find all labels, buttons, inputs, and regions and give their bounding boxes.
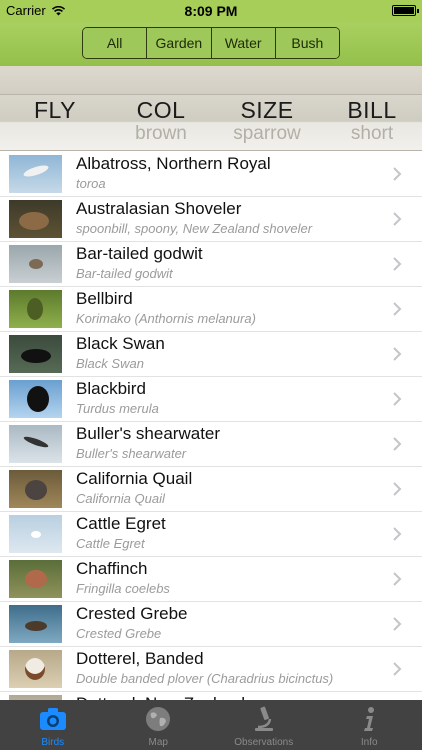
status-bar: Carrier 8:09 PM bbox=[0, 0, 422, 22]
bird-list-row[interactable]: Australasian Shoveler spoonbill, spoony, … bbox=[0, 197, 422, 242]
bird-name: Chaffinch bbox=[76, 559, 148, 578]
attribute-bill[interactable]: BILL short bbox=[317, 95, 422, 151]
bird-subtitle: Double banded plover (Charadrius bicinct… bbox=[76, 671, 334, 686]
tab-label: Map bbox=[148, 737, 168, 748]
bird-list-row[interactable]: California Quail California Quail bbox=[0, 467, 422, 512]
attribute-value: sparrow bbox=[233, 123, 301, 144]
tab-map[interactable]: Map bbox=[106, 700, 212, 750]
info-icon bbox=[364, 707, 375, 731]
bird-list-row[interactable]: Bar-tailed godwit Bar-tailed godwit bbox=[0, 242, 422, 287]
chevron-right-icon bbox=[393, 392, 402, 406]
bird-subtitle: Crested Grebe bbox=[76, 626, 162, 641]
chevron-right-icon bbox=[393, 167, 402, 181]
bird-subtitle: Korimako (Anthornis melanura) bbox=[76, 311, 256, 326]
bird-name: Black Swan bbox=[76, 334, 165, 353]
attribute-value: short bbox=[350, 123, 394, 144]
tab-observations[interactable]: Observations bbox=[211, 700, 317, 750]
bird-list-row[interactable]: Crested Grebe Crested Grebe bbox=[0, 602, 422, 647]
bird-name: Cattle Egret bbox=[76, 514, 166, 533]
bird-list-row[interactable]: Albatross, Northern Royal toroa bbox=[0, 152, 422, 197]
bird-thumbnail bbox=[9, 515, 62, 553]
bird-thumbnail bbox=[9, 200, 62, 238]
bird-subtitle: Cattle Egret bbox=[76, 536, 145, 551]
microscope-icon bbox=[254, 706, 273, 731]
attribute-size[interactable]: SIZE sparrow bbox=[212, 95, 322, 151]
bird-subtitle: toroa bbox=[76, 176, 106, 191]
bird-name: Buller's shearwater bbox=[76, 424, 221, 443]
habitat-filter-control: All Garden Water Bush bbox=[82, 27, 340, 59]
bird-subtitle: Black Swan bbox=[76, 356, 144, 371]
bird-name: Bar-tailed godwit bbox=[76, 244, 203, 263]
bird-list-row[interactable]: Chaffinch Fringilla coelebs bbox=[0, 557, 422, 602]
tab-bar: Birds Map Observations Info bbox=[0, 700, 422, 750]
filter-bush-button[interactable]: Bush bbox=[274, 28, 339, 58]
bird-list: Albatross, Northern Royal toroa Australasi… bbox=[0, 152, 422, 700]
header-band bbox=[0, 66, 422, 95]
bird-name: Australasian Shoveler bbox=[76, 199, 242, 218]
tab-label: Birds bbox=[41, 737, 65, 748]
bird-name: Blackbird bbox=[76, 379, 146, 398]
bird-thumbnail bbox=[9, 650, 62, 688]
attribute-value: brown bbox=[135, 123, 187, 144]
chevron-right-icon bbox=[393, 212, 402, 226]
chevron-right-icon bbox=[393, 257, 402, 271]
chevron-right-icon bbox=[393, 527, 402, 541]
chevron-right-icon bbox=[393, 347, 402, 361]
bird-name: Bellbird bbox=[76, 289, 133, 308]
tab-birds[interactable]: Birds bbox=[0, 700, 106, 750]
globe-icon bbox=[146, 707, 171, 731]
tab-info[interactable]: Info bbox=[317, 700, 422, 750]
bird-list-row[interactable]: Cattle Egret Cattle Egret bbox=[0, 512, 422, 557]
bird-thumbnail bbox=[9, 470, 62, 508]
chevron-right-icon bbox=[393, 302, 402, 316]
bird-thumbnail bbox=[9, 245, 62, 283]
attribute-label: FLY bbox=[34, 97, 76, 123]
filter-water-button[interactable]: Water bbox=[210, 28, 275, 58]
bird-thumbnail bbox=[9, 155, 62, 193]
bird-thumbnail bbox=[9, 335, 62, 373]
bird-subtitle: California Quail bbox=[76, 491, 165, 506]
camera-icon bbox=[39, 708, 66, 730]
bird-thumbnail bbox=[9, 425, 62, 463]
bird-thumbnail bbox=[9, 605, 62, 643]
chevron-right-icon bbox=[393, 617, 402, 631]
bird-thumbnail bbox=[9, 290, 62, 328]
bird-subtitle: spoonbill, spoony, New Zealand shoveler bbox=[76, 221, 313, 236]
bird-list-row[interactable]: Dotterel, Banded Double banded plover (Ch… bbox=[0, 647, 422, 692]
bird-name: Crested Grebe bbox=[76, 604, 188, 623]
bird-thumbnail bbox=[9, 560, 62, 598]
bird-list-row[interactable]: Blackbird Turdus merula bbox=[0, 377, 422, 422]
bird-list-row[interactable]: Bellbird Korimako (Anthornis melanura) bbox=[0, 287, 422, 332]
bird-list-row[interactable]: Dotterel, New ZealandNZ dotterel bbox=[0, 692, 422, 700]
tab-label: Info bbox=[360, 737, 378, 748]
attribute-label: BILL bbox=[347, 97, 397, 123]
attribute-col[interactable]: COL brown bbox=[106, 95, 216, 151]
filter-garden-button[interactable]: Garden bbox=[146, 28, 211, 58]
chevron-right-icon bbox=[393, 437, 402, 451]
bird-subtitle: Bar-tailed godwit bbox=[76, 266, 173, 281]
bird-name: Albatross, Northern Royal bbox=[76, 154, 271, 173]
status-time: 8:09 PM bbox=[184, 3, 238, 19]
bird-name: California Quail bbox=[76, 469, 193, 488]
bird-thumbnail bbox=[9, 380, 62, 418]
bird-subtitle: Buller's shearwater bbox=[76, 446, 187, 461]
attribute-header: FLY COL brown SIZE sparrow BILL short bbox=[0, 95, 422, 151]
bird-list-row[interactable]: Buller's shearwater Buller's shearwater bbox=[0, 422, 422, 467]
tab-label: Observations bbox=[234, 737, 294, 748]
attribute-label: SIZE bbox=[240, 97, 294, 123]
chevron-right-icon bbox=[393, 482, 402, 496]
chevron-right-icon bbox=[393, 662, 402, 676]
attribute-fly[interactable]: FLY bbox=[0, 95, 110, 151]
filter-header: All Garden Water Bush bbox=[0, 22, 422, 66]
bird-name: Dotterel, Banded bbox=[76, 649, 204, 668]
battery-icon bbox=[392, 5, 419, 16]
bird-subtitle: Turdus merula bbox=[76, 401, 159, 416]
bird-list-row[interactable]: Black Swan Black Swan bbox=[0, 332, 422, 377]
bird-subtitle: Fringilla coelebs bbox=[76, 581, 170, 596]
chevron-right-icon bbox=[393, 572, 402, 586]
filter-all-button[interactable]: All bbox=[83, 28, 147, 58]
attribute-label: COL bbox=[136, 97, 186, 123]
